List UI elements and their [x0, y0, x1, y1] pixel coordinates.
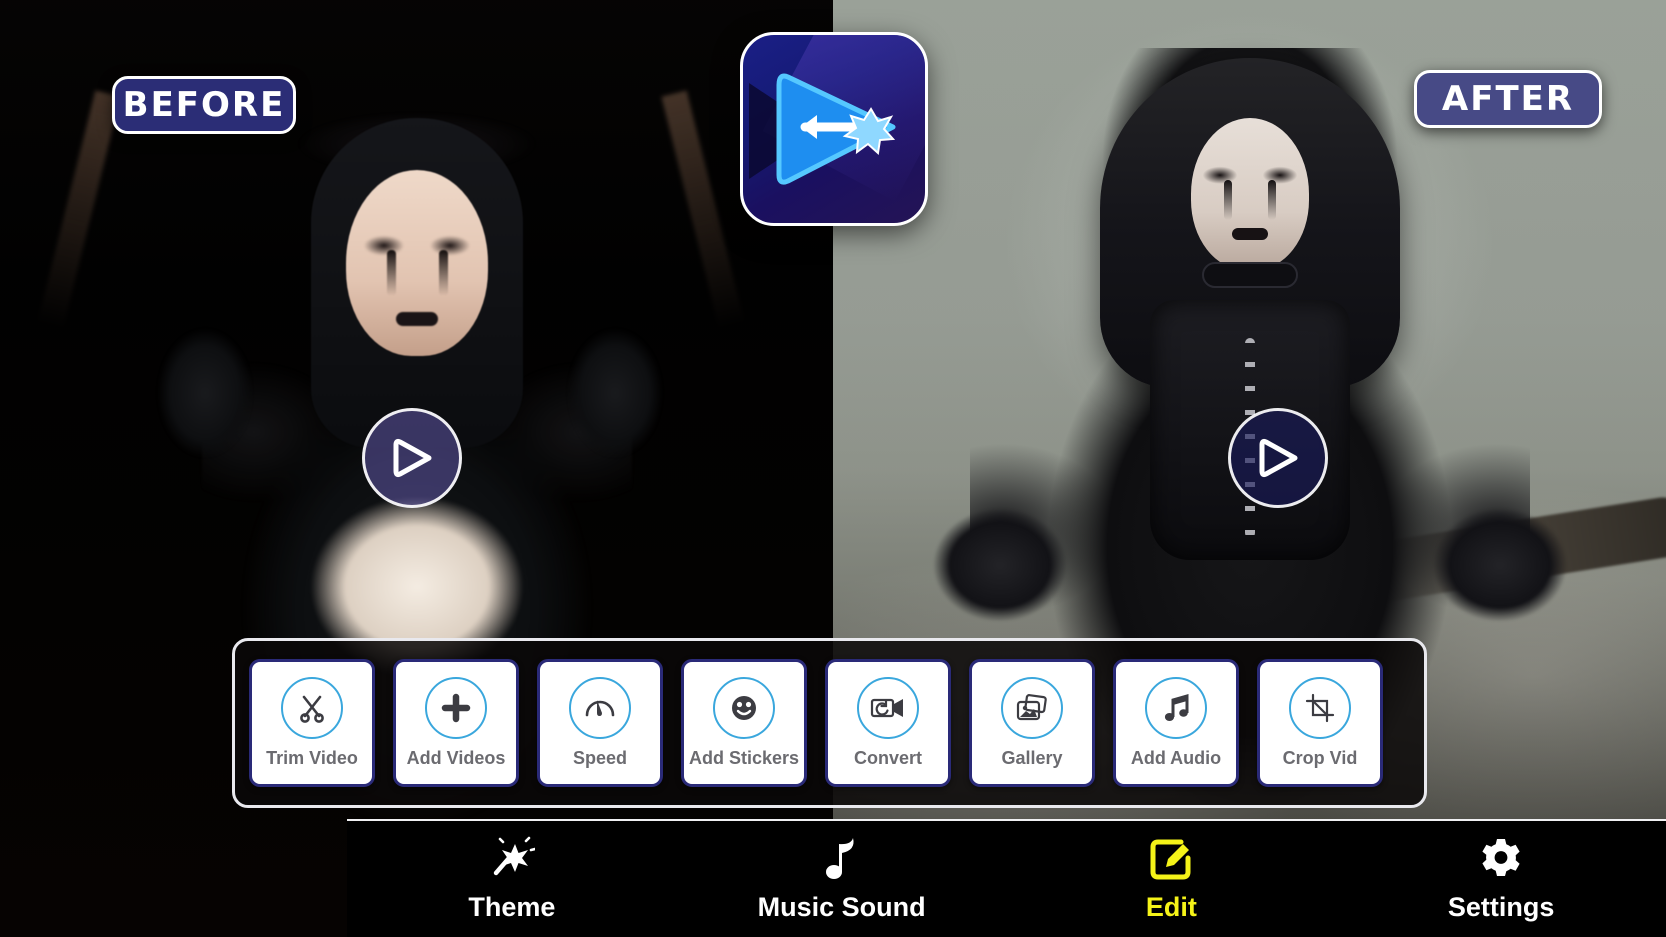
nav-item-edit[interactable]: Edit [1071, 836, 1271, 923]
after-eyes [1199, 164, 1300, 192]
music-note-icon [823, 836, 861, 882]
tool-label: Add Stickers [688, 748, 800, 768]
tool-trim-video[interactable]: Trim Video [249, 659, 375, 787]
after-mouth [1231, 228, 1268, 240]
plus-icon [425, 677, 487, 739]
photo-stack-icon [1001, 677, 1063, 739]
video-convert-icon [857, 677, 919, 739]
tool-label: Add Videos [406, 748, 506, 768]
magic-wand-icon [489, 836, 535, 882]
tool-label: Speed [572, 748, 628, 768]
after-collar [1201, 262, 1298, 288]
before-tear-right [438, 250, 448, 296]
nav-item-music-sound[interactable]: Music Sound [742, 836, 942, 923]
after-play-button[interactable] [1228, 408, 1328, 508]
before-tear-left [386, 250, 396, 296]
nav-label: Settings [1447, 891, 1555, 922]
bottom-navigation-bar[interactable]: Theme Music Sound Edit Settings [347, 819, 1666, 937]
nav-label: Edit [1145, 891, 1197, 922]
tool-crop-video[interactable]: Crop Vid [1257, 659, 1383, 787]
after-sleeve-left [925, 500, 1075, 630]
after-sleeve-right [1425, 500, 1575, 630]
tool-convert[interactable]: Convert [825, 659, 951, 787]
tool-add-audio[interactable]: Add Audio [1113, 659, 1239, 787]
nav-label: Music Sound [757, 891, 926, 922]
before-eyes [357, 232, 476, 266]
tool-label: Gallery [1001, 748, 1063, 768]
pencil-square-icon [1148, 836, 1194, 882]
video-editor-screen: BEFORE AFTER Trim Video Add Videos Speed… [0, 0, 1666, 937]
tool-label: Convert [853, 748, 922, 768]
tool-gallery[interactable]: Gallery [969, 659, 1095, 787]
nav-label: Theme [468, 891, 556, 922]
smiley-icon [713, 677, 775, 739]
nav-item-theme[interactable]: Theme [412, 836, 612, 923]
nav-item-settings[interactable]: Settings [1401, 836, 1601, 923]
tool-label: Trim Video [266, 748, 358, 768]
tool-label: Crop Vid [1282, 748, 1358, 768]
app-logo-icon [740, 32, 928, 226]
scissors-icon [281, 677, 343, 739]
editing-tools-toolbar[interactable]: Trim Video Add Videos Speed Add Stickers… [232, 638, 1427, 808]
before-play-button[interactable] [362, 408, 462, 508]
before-glove-left [150, 318, 260, 468]
before-mouth [395, 312, 438, 326]
tool-speed[interactable]: Speed [537, 659, 663, 787]
tool-label: Add Audio [1130, 748, 1222, 768]
tool-add-videos[interactable]: Add Videos [393, 659, 519, 787]
after-tear-right [1267, 180, 1276, 220]
crop-icon [1289, 677, 1351, 739]
music-note-icon [1145, 677, 1207, 739]
gear-icon [1478, 836, 1524, 882]
speedometer-icon [569, 677, 631, 739]
after-face [1190, 118, 1309, 270]
before-badge: BEFORE [112, 76, 296, 134]
after-badge: AFTER [1414, 70, 1602, 128]
tool-add-stickers[interactable]: Add Stickers [681, 659, 807, 787]
before-glove-right [560, 318, 670, 468]
after-tear-left [1223, 180, 1232, 220]
